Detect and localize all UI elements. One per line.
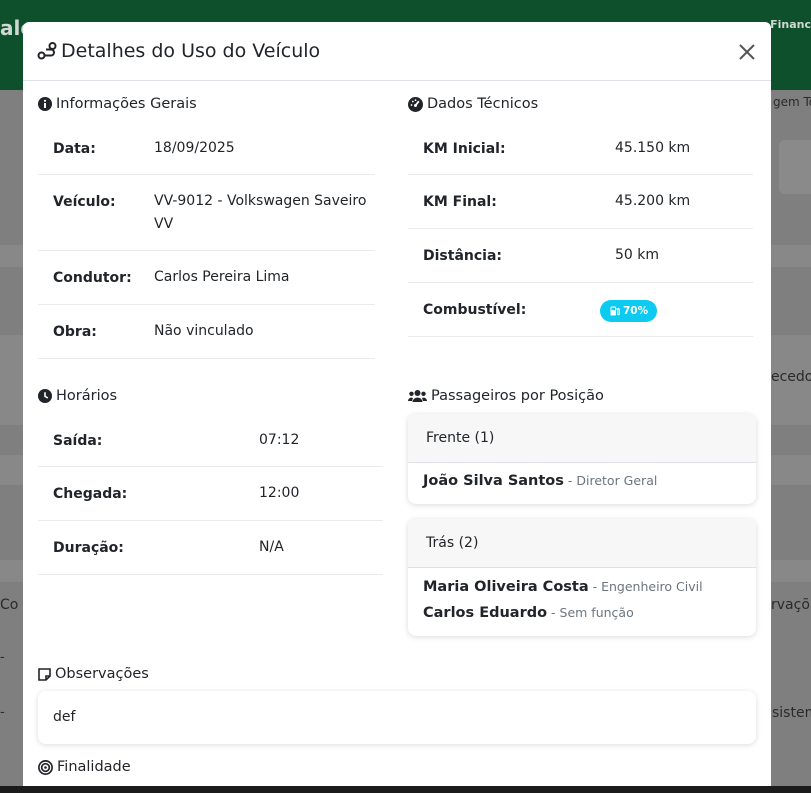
passenger-name: João Silva Santos bbox=[423, 473, 564, 489]
info-row-driver: Condutor: Carlos Pereira Lima bbox=[38, 251, 375, 305]
modal-header: Detalhes do Uso do Veículo bbox=[23, 22, 771, 81]
card-title: Trás (2) bbox=[426, 535, 479, 551]
background-text-fragment: rvaçõ bbox=[771, 597, 810, 613]
row-value: 45.150 km bbox=[615, 140, 691, 156]
row-label: KM Final: bbox=[423, 194, 497, 210]
row-value: 45.200 km bbox=[615, 193, 691, 209]
passenger-role: - Diretor Geral bbox=[563, 473, 658, 488]
passenger-name: Maria Oliveira Costa bbox=[423, 579, 589, 595]
passenger-role: - Sem função bbox=[547, 605, 634, 620]
observations-box: def bbox=[38, 691, 756, 744]
background-text-fragment: ecedo bbox=[771, 369, 811, 385]
section-title: Passageiros por Posição bbox=[431, 388, 604, 404]
general-info-heading: Informações Gerais bbox=[38, 96, 197, 112]
tech-row-km-start: KM Inicial: 45.150 km bbox=[408, 122, 753, 175]
background-text-fragment: - bbox=[0, 705, 5, 720]
fuel-level-value: 70% bbox=[623, 305, 649, 317]
row-label: Distância: bbox=[423, 248, 503, 264]
sticky-note-icon bbox=[38, 667, 51, 681]
users-icon bbox=[408, 390, 427, 402]
row-value: Carlos Pereira Lima bbox=[154, 269, 290, 285]
row-label: Duração: bbox=[53, 540, 124, 556]
row-label: Chegada: bbox=[53, 486, 128, 502]
passengers-front-card: Frente (1) João Silva Santos - Diretor G… bbox=[408, 414, 756, 504]
info-circle-icon bbox=[38, 97, 52, 111]
target-icon bbox=[38, 759, 53, 775]
section-title: Finalidade bbox=[57, 759, 131, 775]
schedule-row-departure: Saída: 07:12 bbox=[38, 414, 383, 467]
section-title: Informações Gerais bbox=[56, 96, 197, 112]
purpose-heading: Finalidade bbox=[38, 759, 131, 775]
schedule-row-duration: Duração: N/A bbox=[38, 521, 383, 575]
vehicle-usage-modal: Detalhes do Uso do Veículo Informações G… bbox=[23, 22, 771, 786]
background-text-fragment: - bbox=[0, 650, 5, 665]
info-row-vehicle: Veículo: VV-9012 - Volkswagen Saveiro VV bbox=[38, 175, 375, 251]
section-title: Observações bbox=[55, 666, 149, 682]
card-header: Frente (1) bbox=[408, 414, 756, 463]
row-value: 12:00 bbox=[259, 485, 300, 501]
passenger-item: Maria Oliveira Costa - Engenheiro Civil bbox=[423, 579, 703, 595]
background-card bbox=[779, 140, 811, 194]
background-footer bbox=[0, 786, 811, 793]
passenger-role: - Engenheiro Civil bbox=[588, 579, 703, 594]
modal-title: Detalhes do Uso do Veículo bbox=[61, 40, 321, 62]
info-row-worksite: Obra: Não vinculado bbox=[38, 305, 375, 359]
tech-row-distance: Distância: 50 km bbox=[408, 229, 753, 283]
info-row-date: Data: 18/09/2025 bbox=[38, 122, 375, 175]
background-text-fragment: gem To bbox=[773, 95, 811, 109]
navbar-item-fragment: Financ bbox=[770, 18, 811, 31]
section-title: Dados Técnicos bbox=[427, 96, 539, 112]
row-value: 50 km bbox=[615, 247, 660, 263]
fuel-pump-icon bbox=[610, 306, 620, 316]
passenger-name: Carlos Eduardo bbox=[423, 605, 548, 621]
fuel-badge: 70% bbox=[600, 300, 658, 322]
card-header: Trás (2) bbox=[408, 519, 756, 568]
row-label: Combustível: bbox=[423, 302, 527, 318]
row-label: Veículo: bbox=[53, 194, 116, 210]
row-value: VV-9012 - Volkswagen Saveiro VV bbox=[154, 193, 367, 232]
technical-data-heading: Dados Técnicos bbox=[408, 96, 538, 112]
row-value: 18/09/2025 bbox=[154, 140, 235, 156]
row-label: Data: bbox=[53, 141, 96, 157]
passengers-back-card: Trás (2) Maria Oliveira Costa - Engenhei… bbox=[408, 519, 756, 636]
card-title: Frente (1) bbox=[426, 430, 495, 446]
passengers-heading: Passageiros por Posição bbox=[408, 388, 604, 404]
route-icon bbox=[37, 42, 57, 60]
row-label: KM Inicial: bbox=[423, 141, 506, 157]
row-label: Saída: bbox=[53, 433, 103, 449]
speedometer-icon bbox=[408, 96, 423, 112]
section-title: Horários bbox=[56, 388, 118, 404]
tech-row-fuel: Combustível: 70% bbox=[408, 283, 753, 337]
close-icon[interactable] bbox=[735, 40, 759, 64]
passenger-item: Carlos Eduardo - Sem função bbox=[423, 605, 634, 621]
passenger-item: João Silva Santos - Diretor Geral bbox=[423, 473, 657, 489]
row-label: Condutor: bbox=[53, 270, 132, 286]
schedule-heading: Horários bbox=[38, 388, 117, 404]
background-text-fragment: Co bbox=[0, 597, 19, 613]
tech-row-km-end: KM Final: 45.200 km bbox=[408, 175, 753, 229]
clock-icon bbox=[38, 389, 52, 403]
observations-heading: Observações bbox=[38, 666, 149, 682]
row-value: Não vinculado bbox=[154, 323, 254, 339]
observations-text: def bbox=[53, 709, 76, 725]
background-text-fragment: sistem bbox=[772, 705, 811, 721]
schedule-row-arrival: Chegada: 12:00 bbox=[38, 467, 383, 521]
row-value: N/A bbox=[259, 539, 284, 555]
row-label: Obra: bbox=[53, 324, 97, 340]
row-value: 07:12 bbox=[259, 432, 300, 448]
